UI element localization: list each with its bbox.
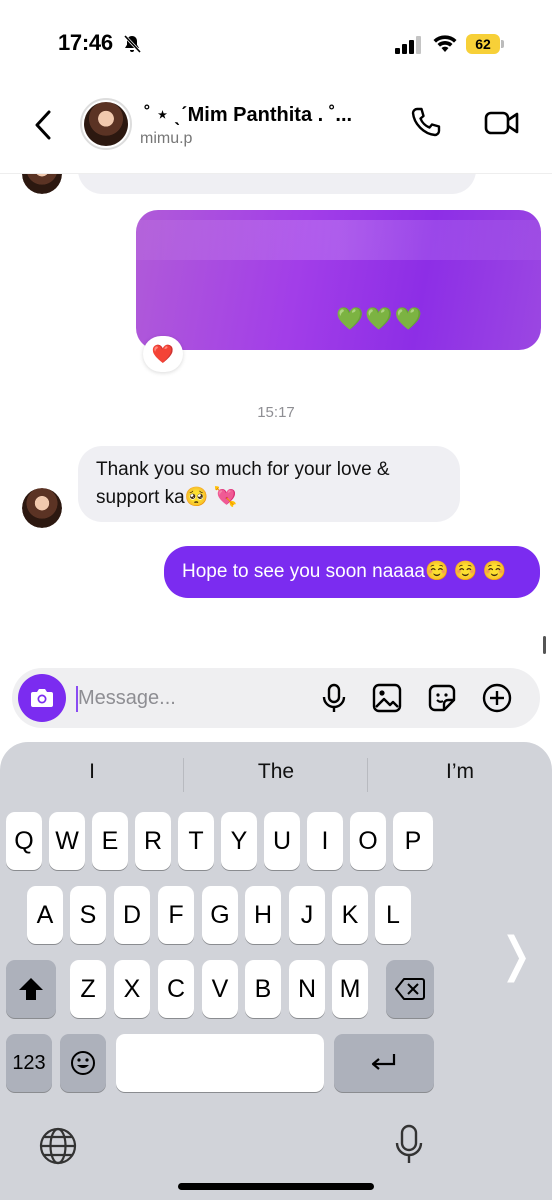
key-u[interactable]: U xyxy=(264,812,300,870)
key-k[interactable]: K xyxy=(332,886,368,944)
key-b[interactable]: B xyxy=(245,960,281,1018)
camera-button[interactable] xyxy=(18,674,66,722)
battery-nub xyxy=(501,40,504,48)
space-key[interactable] xyxy=(116,1034,324,1092)
suggestion-3[interactable]: I’m xyxy=(368,760,552,790)
shift-arrow-icon xyxy=(19,978,43,1000)
key-o[interactable]: O xyxy=(350,812,386,870)
cellular-signal-icon xyxy=(395,36,421,54)
key-m[interactable]: M xyxy=(332,960,368,1018)
message-composer xyxy=(12,668,540,728)
key-z[interactable]: Z xyxy=(70,960,106,1018)
contact-avatar[interactable] xyxy=(80,98,132,150)
return-key[interactable] xyxy=(334,1034,434,1092)
keyboard-expand-chevron-icon[interactable]: ❭ xyxy=(496,932,536,980)
key-w[interactable]: W xyxy=(49,812,85,870)
key-a[interactable]: A xyxy=(27,886,63,944)
media-hearts: 💚💚💚 xyxy=(336,306,425,331)
bell-muted-icon xyxy=(123,34,142,54)
back-chevron-icon[interactable] xyxy=(30,108,56,142)
status-bar: 17:46 62 xyxy=(0,0,552,88)
scrollbar[interactable] xyxy=(543,636,546,654)
message-input[interactable] xyxy=(78,681,298,715)
microphone-icon[interactable] xyxy=(318,682,350,714)
gallery-icon[interactable] xyxy=(371,682,403,714)
emoji-key[interactable] xyxy=(60,1034,106,1092)
suggestion-2[interactable]: The xyxy=(184,760,368,790)
keyboard: I The I’m Q W E R T Y U I O P A S D F G … xyxy=(0,742,552,1200)
backspace-icon xyxy=(395,978,425,1000)
contact-name[interactable]: ˚ ⋆ ˎˊMim Panthita . ˚... xyxy=(144,102,384,127)
contact-username[interactable]: mimu.p xyxy=(140,130,192,148)
message-timestamp: 15:17 xyxy=(257,404,295,421)
sticker-icon[interactable] xyxy=(426,682,458,714)
shared-media-message[interactable]: 💚💚💚 xyxy=(136,210,541,350)
heart-reaction[interactable]: ❤️ xyxy=(143,336,183,372)
message-thread[interactable]: 💚💚💚 ❤️ 15:17 Thank you so much for your … xyxy=(0,174,552,664)
key-c[interactable]: C xyxy=(158,960,194,1018)
battery-indicator: 62 xyxy=(466,34,504,54)
plus-circle-icon[interactable] xyxy=(481,682,513,714)
key-d[interactable]: D xyxy=(114,886,150,944)
key-v[interactable]: V xyxy=(202,960,238,1018)
avatar-photo xyxy=(84,102,128,146)
key-p[interactable]: P xyxy=(393,812,433,870)
return-arrow-icon xyxy=(371,1054,396,1070)
key-t[interactable]: T xyxy=(178,812,214,870)
camera-icon xyxy=(31,689,53,707)
phone-call-icon[interactable] xyxy=(410,106,442,138)
suggestion-1[interactable]: I xyxy=(0,760,184,790)
avatar-photo xyxy=(22,174,62,194)
emoji-smiley-icon xyxy=(71,1051,95,1075)
key-y[interactable]: Y xyxy=(221,812,257,870)
shift-key[interactable] xyxy=(6,960,56,1018)
key-h[interactable]: H xyxy=(245,886,281,944)
key-l[interactable]: L xyxy=(375,886,411,944)
outgoing-message-bubble[interactable]: Hope to see you soon naaaa☺️ ☺️ ☺️ xyxy=(164,546,540,598)
key-n[interactable]: N xyxy=(289,960,325,1018)
avatar-photo xyxy=(22,488,62,528)
key-r[interactable]: R xyxy=(135,812,171,870)
wifi-icon xyxy=(433,35,457,52)
backspace-key[interactable] xyxy=(386,960,434,1018)
incoming-message-bubble[interactable]: Thank you so much for your love & suppor… xyxy=(78,446,460,522)
key-g[interactable]: G xyxy=(202,886,238,944)
key-q[interactable]: Q xyxy=(6,812,42,870)
key-j[interactable]: J xyxy=(289,886,325,944)
numbers-key[interactable]: 123 xyxy=(6,1034,52,1092)
video-call-icon[interactable] xyxy=(484,108,520,138)
key-f[interactable]: F xyxy=(158,886,194,944)
previous-incoming-bubble[interactable] xyxy=(78,174,476,194)
sender-avatar xyxy=(22,174,62,194)
media-blur xyxy=(136,220,541,260)
battery-level: 62 xyxy=(475,36,491,52)
home-indicator[interactable] xyxy=(178,1183,374,1190)
chat-header: ˚ ⋆ ˎˊMim Panthita . ˚... mimu.p xyxy=(0,88,552,174)
key-e[interactable]: E xyxy=(92,812,128,870)
key-s[interactable]: S xyxy=(70,886,106,944)
status-time: 17:46 xyxy=(58,30,113,55)
globe-icon[interactable] xyxy=(38,1126,78,1166)
sender-avatar xyxy=(22,488,62,528)
key-i[interactable]: I xyxy=(307,812,343,870)
dictation-microphone-icon[interactable] xyxy=(394,1124,424,1166)
key-x[interactable]: X xyxy=(114,960,150,1018)
